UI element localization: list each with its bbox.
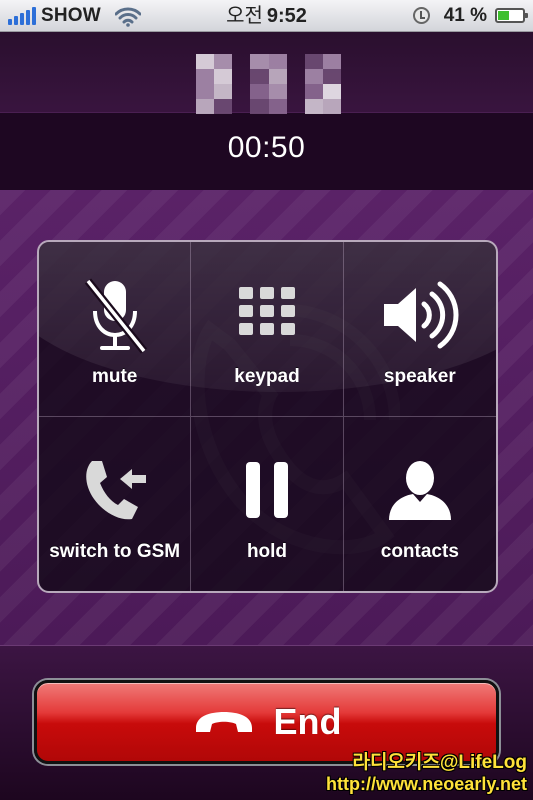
caller-name-pixel	[196, 54, 215, 69]
keypad-button[interactable]: keypad	[191, 242, 344, 417]
caller-name-pixel	[322, 84, 341, 99]
caller-name-pixel	[232, 54, 250, 69]
caller-name-pixel	[304, 99, 323, 114]
caller-name-pixel	[287, 84, 305, 99]
keypad-icon	[238, 287, 295, 335]
speaker-button[interactable]: speaker	[343, 242, 496, 417]
status-bar: SHOW 오전 9:52 41 %	[0, 0, 533, 32]
watermark: 라디오키즈@LifeLog http://www.neoearly.net	[326, 752, 527, 796]
caller-name-pixel	[304, 84, 323, 99]
caller-name-pixel	[232, 69, 250, 84]
caller-name-redacted	[196, 54, 341, 114]
watermark-line2: http://www.neoearly.net	[325, 774, 527, 795]
call-info-header: 00:50	[0, 32, 533, 190]
caller-name-pixel	[268, 69, 287, 84]
battery-icon	[495, 8, 528, 23]
mute-label: mute	[91, 365, 138, 387]
call-controls-panel: mute keypad speaker switch to GSM hold c…	[37, 240, 498, 593]
call-timer: 00:50	[227, 131, 306, 164]
mic-muted-icon	[84, 278, 147, 354]
carrier-name: SHOW	[41, 4, 101, 26]
caller-name-pixel	[214, 84, 233, 99]
caller-name-pixel	[268, 84, 287, 99]
caller-name-pixel	[196, 99, 215, 114]
person-icon	[388, 460, 451, 520]
watermark-line1: 라디오키즈@LifeLog	[352, 751, 527, 773]
signal-icon	[8, 6, 36, 25]
caller-name-pixel	[287, 54, 305, 69]
clock-ampm: 오전	[226, 5, 263, 27]
speaker-label: speaker	[383, 365, 456, 387]
speaker-icon	[383, 281, 459, 349]
caller-name-pixel	[304, 69, 323, 84]
wifi-icon	[114, 7, 141, 27]
caller-name-pixel	[232, 84, 250, 99]
caller-name-pixel	[214, 99, 233, 114]
end-call-label: End	[273, 701, 342, 742]
battery-fill	[498, 11, 509, 20]
keypad-label: keypad	[234, 365, 300, 387]
caller-name-pixel	[322, 69, 341, 84]
caller-name-pixel	[214, 54, 233, 69]
switch-to-gsm-label: switch to GSM	[49, 541, 181, 562]
caller-name-pixel	[250, 84, 269, 99]
battery-percent: 41 %	[443, 4, 487, 26]
caller-name-pixel	[268, 99, 287, 114]
caller-name-pixel	[322, 54, 341, 69]
clock-time: 9:52	[266, 5, 307, 27]
alarm-icon	[412, 7, 430, 24]
caller-name-pixel	[232, 99, 250, 114]
caller-name-pixel	[287, 69, 305, 84]
caller-name-pixel	[196, 84, 215, 99]
contacts-button[interactable]: contacts	[344, 417, 496, 592]
caller-name-pixel	[214, 69, 233, 84]
caller-name-pixel	[287, 99, 305, 114]
caller-name-pixel	[250, 99, 269, 114]
caller-name-pixel	[196, 69, 215, 84]
caller-name-pixel	[250, 54, 269, 69]
caller-name-pixel	[268, 54, 287, 69]
phone-switch-icon	[85, 460, 146, 519]
hold-button[interactable]: hold	[191, 416, 344, 591]
caller-name-pixel	[304, 54, 323, 69]
caller-name-pixel	[250, 69, 269, 84]
hangup-icon	[195, 712, 252, 732]
hold-label: hold	[246, 541, 288, 562]
mute-button[interactable]: mute	[39, 242, 192, 417]
pause-icon	[245, 461, 288, 518]
caller-name-pixel	[322, 99, 341, 114]
switch-to-gsm-button[interactable]: switch to GSM	[39, 416, 192, 591]
contacts-label: contacts	[380, 541, 459, 562]
